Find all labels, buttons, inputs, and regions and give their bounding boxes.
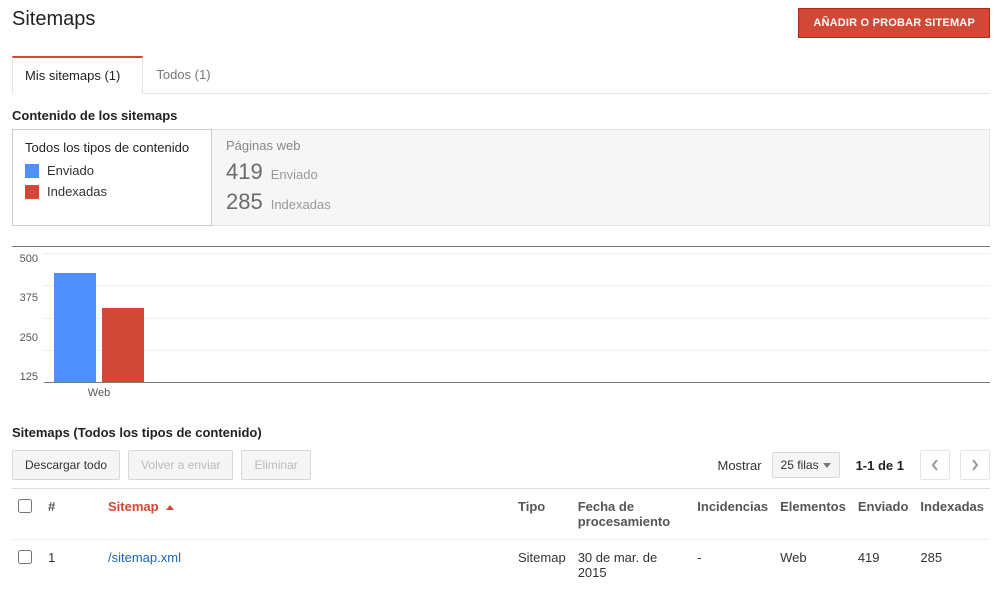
col-elements[interactable]: Elementos — [774, 489, 852, 540]
add-test-sitemap-button[interactable]: AÑADIR O PROBAR SITEMAP — [798, 8, 990, 38]
show-label: Mostrar — [717, 458, 761, 473]
tabs: Mis sitemaps (1) Todos (1) — [12, 56, 990, 94]
chevron-right-icon — [971, 459, 979, 471]
resend-button[interactable]: Volver a enviar — [128, 450, 233, 480]
legend-title: Todos los tipos de contenido — [25, 140, 199, 155]
download-all-button[interactable]: Descargar todo — [12, 450, 120, 480]
stats-box: Páginas web 419 Enviado 285 Indexadas — [211, 129, 990, 226]
chart: 500 375 250 125 — [12, 246, 990, 383]
sitemaps-table: # Sitemap Tipo Fecha de procesamiento In… — [12, 488, 990, 590]
next-page-button[interactable] — [960, 450, 990, 480]
bar-indexadas — [102, 308, 144, 382]
swatch-sent-icon — [25, 164, 39, 178]
table-row: 1/sitemap.xml Sitemap30 de mar. de 2015-W… — [12, 540, 990, 591]
rows-select[interactable]: 25 filas — [772, 452, 840, 478]
cell-indexed: 285 — [914, 540, 990, 591]
stat-sent-label: Enviado — [271, 167, 318, 182]
bar-enviado — [54, 273, 96, 382]
ytick-250: 250 — [12, 332, 38, 344]
ytick-500: 500 — [12, 253, 38, 265]
col-processed[interactable]: Fecha de procesamiento — [572, 489, 692, 540]
chevron-left-icon — [931, 459, 939, 471]
legend-sent-label: Enviado — [47, 163, 94, 178]
stat-indexed-value: 285 — [226, 189, 263, 215]
tab-all[interactable]: Todos (1) — [143, 56, 233, 93]
cell-sent: 419 — [852, 540, 915, 591]
col-sitemap-label: Sitemap — [108, 499, 159, 514]
stats-title: Páginas web — [226, 138, 975, 153]
cell-type: Sitemap — [512, 540, 572, 591]
sitemap-link[interactable]: /sitemap.xml — [108, 550, 181, 565]
page-title: Sitemaps — [12, 8, 95, 31]
col-indexed[interactable]: Indexadas — [914, 489, 990, 540]
stat-indexed-label: Indexadas — [271, 197, 331, 212]
chart-yaxis: 500 375 250 125 — [12, 253, 44, 383]
col-sent[interactable]: Enviado — [852, 489, 915, 540]
row-checkbox[interactable] — [18, 550, 32, 564]
xtick-web: Web — [54, 387, 144, 399]
col-num[interactable]: # — [42, 489, 102, 540]
cell-elements: Web — [774, 540, 852, 591]
legend-indexed-label: Indexadas — [47, 184, 107, 199]
content-heading: Contenido de los sitemaps — [12, 108, 990, 123]
swatch-indexed-icon — [25, 185, 39, 199]
legend-box: Todos los tipos de contenido Enviado Ind… — [12, 129, 212, 226]
select-all-checkbox[interactable] — [18, 499, 32, 513]
chevron-down-icon — [823, 463, 831, 468]
col-type[interactable]: Tipo — [512, 489, 572, 540]
cell-processed: 30 de mar. de 2015 — [572, 540, 692, 591]
delete-button[interactable]: Eliminar — [241, 450, 310, 480]
tab-my-sitemaps[interactable]: Mis sitemaps (1) — [12, 56, 143, 94]
cell-issues: - — [691, 540, 774, 591]
col-sitemap[interactable]: Sitemap — [102, 489, 512, 540]
ytick-375: 375 — [12, 292, 38, 304]
page-info: 1-1 de 1 — [856, 458, 904, 473]
sort-asc-icon — [166, 505, 174, 510]
col-issues[interactable]: Incidencias — [691, 489, 774, 540]
chart-area — [44, 253, 990, 383]
table-heading: Sitemaps (Todos los tipos de contenido) — [12, 425, 990, 440]
chart-xaxis: Web — [44, 383, 990, 399]
legend-item-sent: Enviado — [25, 163, 199, 178]
legend-item-indexed: Indexadas — [25, 184, 199, 199]
ytick-125: 125 — [12, 371, 38, 383]
prev-page-button[interactable] — [920, 450, 950, 480]
cell-num: 1 — [42, 540, 102, 591]
stat-sent-value: 419 — [226, 159, 263, 185]
rows-select-value: 25 filas — [781, 458, 819, 472]
